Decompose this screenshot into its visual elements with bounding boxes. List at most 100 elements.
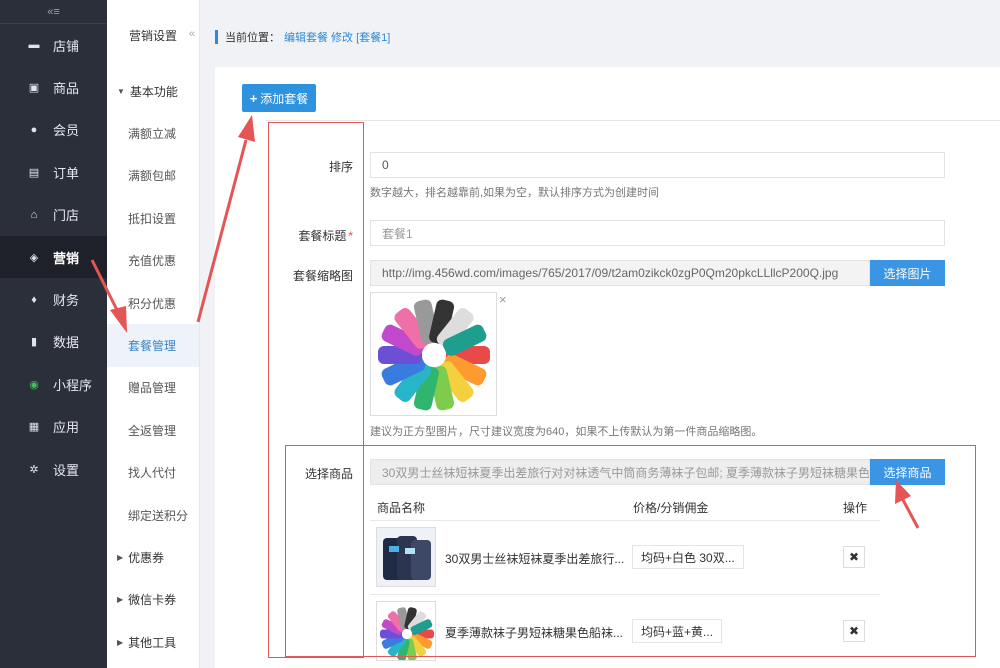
mini-program-icon: ◉ [29, 378, 39, 391]
subnav-group-basic[interactable]: ▼ 基本功能 [107, 70, 199, 112]
nav-item-4[interactable]: ⌂ 门店 [0, 194, 107, 236]
breadcrumb: 当前位置： 编辑套餐 修改 [套餐1] [215, 30, 390, 44]
store-icon: ▬ [28, 39, 40, 52]
sidebar-collapse-toggle[interactable]: «≡ [0, 0, 107, 24]
nav-item-9[interactable]: ▦ 应用 [0, 406, 107, 448]
price-spec[interactable]: 均码+白色 30双... [632, 545, 744, 569]
delete-row-button[interactable]: ✖ [843, 620, 865, 642]
nav-item-label: 应用 [53, 420, 80, 436]
caret-down-icon: ▼ [117, 86, 125, 96]
subnav-collapse-icon[interactable]: « [189, 28, 195, 40]
nav-item-label: 门店 [53, 208, 80, 224]
divider [266, 120, 1000, 121]
main-sidebar: «≡ ▬ 店铺 ▣ 商品 ● 会员 ▤ 订单 ⌂ 门店 ◈ 营销 ♦ 财务 ▮ 数据 ◉ 小程序 ▦ 应用 ✲ 设置 [0, 0, 107, 668]
order-icon: ▤ [28, 166, 40, 179]
socks-fan-small-image [380, 607, 434, 660]
socks-fan-image [378, 299, 490, 411]
goods-input[interactable]: 30双男士丝袜短袜夏季出差旅行对对袜透气中筒商务薄袜子包邮; 夏季薄款袜子男短袜… [370, 459, 870, 485]
required-mark: * [348, 229, 353, 243]
subnav-group-label: 优惠券 [128, 550, 165, 565]
product-thumbnail [376, 527, 436, 587]
subnav-group-label: 微信卡券 [128, 593, 177, 608]
add-package-button[interactable]: + 添加套餐 [242, 84, 316, 112]
subnav-title-text: 营销设置 [128, 28, 177, 43]
subnav-item-4[interactable]: 积分优惠 [107, 282, 199, 324]
title-input[interactable]: 套餐1 [370, 220, 945, 246]
nav-item-1[interactable]: ▣ 商品 [0, 66, 107, 108]
main-content: 当前位置： 编辑套餐 修改 [套餐1] + 添加套餐 排序 0 数字越大，排名越靠… [200, 0, 1000, 668]
gear-icon: ✲ [29, 463, 39, 476]
add-package-label: 添加套餐 [260, 91, 309, 106]
nav-item-label: 数据 [53, 335, 80, 351]
goods-label: 选择商品 [304, 467, 353, 481]
fan-center [402, 629, 412, 639]
fan-center [422, 343, 446, 367]
marketing-subnav: 营销设置 « ▼ 基本功能 满额立减 满额包邮 抵扣设置 充值优惠 积分优惠 套餐管理 赠品管… [107, 0, 200, 668]
nav-item-label: 财务 [53, 293, 80, 309]
edit-package-panel: + 添加套餐 排序 0 数字越大，排名越靠前,如果为空，默认排序方式为创建时间 套… [215, 67, 1000, 668]
nav-item-5[interactable]: ◈ 营销 [0, 235, 107, 279]
sort-label: 排序 [328, 160, 353, 174]
member-icon: ● [30, 123, 38, 136]
caret-right-icon: ▶ [117, 637, 124, 647]
package-thumbnail-image [370, 292, 497, 416]
nav-item-10[interactable]: ✲ 设置 [0, 448, 107, 490]
nav-item-7[interactable]: ▮ 数据 [0, 321, 107, 363]
nav-item-label: 商品 [53, 81, 80, 97]
sort-input[interactable]: 0 [370, 152, 945, 178]
thumbnail-url-input[interactable]: http://img.456wd.com/images/765/2017/09/… [370, 260, 870, 286]
plus-icon: + [249, 90, 258, 106]
apps-icon: ▦ [28, 421, 40, 434]
nav-item-6[interactable]: ♦ 财务 [0, 278, 107, 320]
title-label: 套餐标题 * [263, 227, 353, 244]
price-spec[interactable]: 均码+蓝+黄... [632, 619, 723, 643]
select-goods-button[interactable]: 选择商品 [870, 459, 945, 485]
caret-right-icon: ▶ [117, 595, 124, 605]
subnav-item-7[interactable]: 全返管理 [107, 409, 199, 451]
table-divider [370, 520, 880, 521]
subnav-item-2[interactable]: 抵扣设置 [107, 197, 199, 239]
thumbnail-label: 套餐缩略图 [292, 269, 353, 283]
socks-pack-image [377, 528, 435, 586]
subnav-item-5[interactable]: 套餐管理 [107, 324, 199, 367]
nav-item-label: 店铺 [53, 38, 80, 54]
sort-hint: 数字越大，排名越靠前,如果为空，默认排序方式为创建时间 [370, 187, 660, 199]
nav-item-2[interactable]: ● 会员 [0, 109, 107, 151]
shop-icon: ⌂ [30, 208, 38, 221]
breadcrumb-prefix: 当前位置： [225, 32, 280, 44]
subnav-item-8[interactable]: 找人代付 [107, 452, 199, 494]
caret-right-icon: ▶ [117, 552, 124, 562]
product-name: 夏季薄款袜子男短袜糖果色船袜... [445, 626, 624, 640]
col-header-price: 价格/分销佣金 [633, 501, 709, 515]
subnav-group-coupon[interactable]: ▶ 优惠券 [107, 536, 199, 578]
subnav-group-wxcard[interactable]: ▶ 微信卡券 [107, 579, 199, 621]
delete-row-button[interactable]: ✖ [843, 546, 865, 568]
nav-item-label: 订单 [53, 165, 80, 181]
close-icon[interactable]: × [499, 292, 507, 307]
subnav-group-other[interactable]: ▶ 其他工具 [107, 621, 199, 663]
chart-icon: ▮ [30, 336, 38, 349]
subnav-group-label: 其他工具 [128, 635, 177, 650]
table-divider [370, 594, 880, 595]
product-name: 30双男士丝袜短袜夏季出差旅行... [445, 552, 625, 566]
thumbnail-hint: 建议为正方型图片，尺寸建议宽度为640，如果不上传默认为第一件商品缩略图。 [370, 426, 763, 438]
subnav-group-label: 基本功能 [129, 84, 178, 99]
subnav-title: 营销设置 « [107, 0, 199, 70]
subnav-item-6[interactable]: 赠品管理 [107, 367, 199, 409]
goods-icon: ▣ [28, 82, 40, 95]
subnav-item-1[interactable]: 满额包邮 [107, 155, 199, 197]
nav-item-3[interactable]: ▤ 订单 [0, 151, 107, 193]
col-header-action: 操作 [843, 501, 868, 515]
subnav-item-9[interactable]: 绑定送积分 [107, 494, 199, 536]
nav-item-label: 小程序 [53, 377, 93, 393]
breadcrumb-link[interactable]: 编辑套餐 修改 [套餐1] [284, 29, 390, 45]
select-image-button[interactable]: 选择图片 [870, 260, 945, 286]
gift-icon: ◈ [29, 251, 39, 264]
money-bag-icon: ♦ [31, 293, 37, 306]
nav-item-0[interactable]: ▬ 店铺 [0, 24, 107, 66]
nav-item-label: 设置 [53, 462, 80, 478]
nav-item-8[interactable]: ◉ 小程序 [0, 363, 107, 405]
title-label-text: 套餐标题 [298, 229, 347, 243]
subnav-item-0[interactable]: 满额立减 [107, 112, 199, 154]
subnav-item-3[interactable]: 充值优惠 [107, 240, 199, 282]
